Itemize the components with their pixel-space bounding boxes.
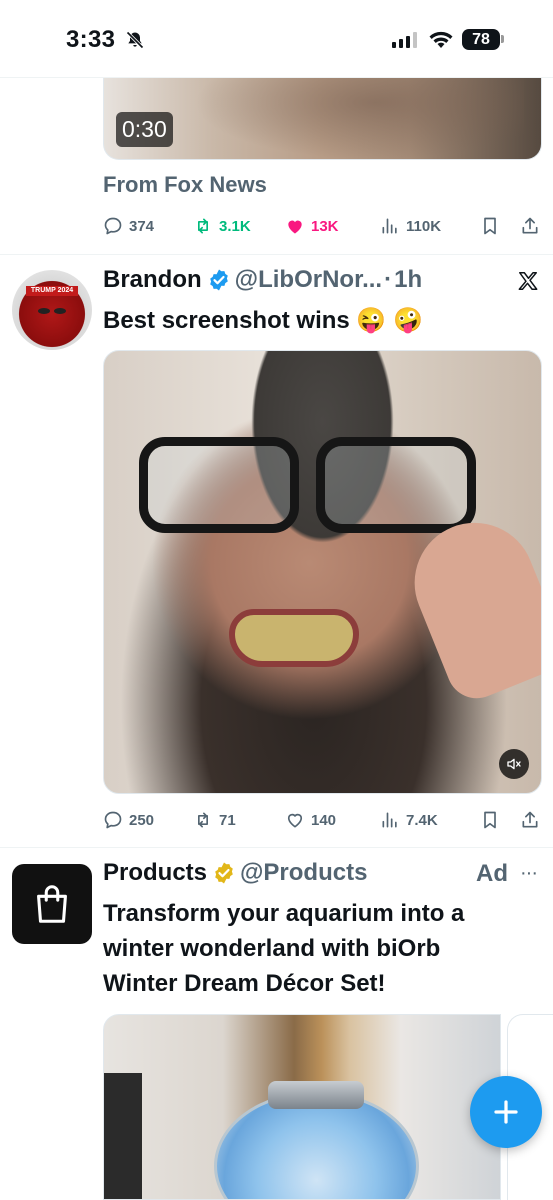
views-button[interactable]: 7.4K [380, 810, 480, 830]
avatar[interactable]: TRUMP 2024 [12, 270, 92, 350]
share-icon [522, 217, 538, 234]
video-frame [396, 504, 541, 708]
views-count: 110K [406, 217, 442, 235]
avatar-eye [54, 308, 66, 314]
ad-text-line: Winter Dream Décor Set! [103, 970, 386, 997]
tweet-divider [0, 847, 553, 848]
reply-icon [104, 217, 122, 235]
tweet2-time-separator: · [384, 266, 393, 293]
reply-icon [104, 811, 122, 829]
avatar-eye [38, 308, 50, 314]
video-frame [139, 437, 299, 533]
battery-level: 78 [472, 30, 490, 48]
ad-carousel-image[interactable] [103, 1014, 501, 1200]
tweet2-author-name[interactable]: Brandon [103, 266, 202, 294]
ad-author-name[interactable]: Products [103, 859, 207, 887]
speaker-muted-icon [507, 758, 521, 770]
avatar-banner-text: TRUMP 2024 [26, 286, 78, 296]
like-count: 140 [311, 811, 337, 829]
image-object [268, 1081, 364, 1109]
bookmark-button[interactable] [480, 216, 520, 236]
retweet-count: 3.1K [219, 217, 251, 235]
tweet2-text: Best screenshot wins 😜 🤪 [103, 307, 423, 334]
like-button[interactable]: 13K [285, 216, 380, 236]
share-button[interactable] [520, 810, 543, 830]
status-bar: 3:33 78 [0, 0, 553, 78]
ad-tweet-header: Products @Products [103, 859, 367, 887]
battery-cap [501, 35, 504, 43]
ad-text-line: winter wonderland with biOrb [103, 935, 441, 962]
bookmark-icon [484, 811, 496, 829]
tweet2-video[interactable] [103, 350, 542, 794]
views-chart-icon [382, 218, 397, 234]
share-icon [522, 811, 538, 828]
tweet-divider [0, 254, 553, 255]
views-button[interactable]: 110K [380, 216, 480, 236]
shopping-bag-icon [37, 885, 67, 923]
video-frame [194, 78, 524, 159]
reply-count: 374 [129, 217, 155, 235]
verified-gold-badge-icon [215, 862, 233, 884]
retweet-button[interactable]: 3.1K [193, 216, 285, 236]
status-time: 3:33 [66, 26, 116, 53]
battery-icon: 78 [462, 29, 500, 50]
bell-slash-icon [126, 31, 144, 49]
reply-button[interactable]: 250 [103, 810, 193, 830]
heart-filled-icon [288, 220, 302, 234]
video-frame [229, 609, 359, 667]
mute-button[interactable] [499, 749, 529, 779]
retweet-icon [198, 218, 208, 234]
share-button[interactable] [520, 216, 543, 236]
video-duration-badge: 0:30 [116, 112, 173, 147]
views-count: 7.4K [406, 811, 438, 829]
retweet-count: 71 [219, 811, 236, 829]
like-count: 13K [311, 217, 339, 235]
retweet-button[interactable]: 71 [193, 810, 285, 830]
bookmark-button[interactable] [480, 810, 520, 830]
bookmark-icon [484, 217, 496, 235]
x-logo-icon [518, 272, 538, 290]
verified-badge-icon [209, 269, 228, 291]
tweet1-source-label[interactable]: From Fox News [103, 172, 267, 198]
video-frame [316, 437, 476, 533]
tweet2-author-handle[interactable]: @LibOrNor... [235, 266, 382, 294]
like-button[interactable]: 140 [285, 810, 380, 830]
image-object [104, 1073, 142, 1199]
reply-button[interactable]: 374 [103, 216, 193, 236]
views-chart-icon [382, 812, 397, 828]
tweet1-action-bar: 374 3.1K 13K 110K [103, 212, 543, 240]
cellular-signal-icon [392, 32, 417, 48]
ad-text-line: Transform your aquarium into a [103, 900, 465, 927]
reply-count: 250 [129, 811, 155, 829]
tweet2-action-bar: 250 71 140 7.4K [103, 806, 543, 834]
heart-icon [287, 813, 303, 828]
retweet-icon [198, 812, 208, 828]
plus-icon [494, 1100, 518, 1124]
avatar[interactable] [12, 864, 92, 944]
tweet1-video[interactable]: 0:30 [103, 78, 542, 160]
ad-author-handle[interactable]: @Products [240, 859, 367, 887]
compose-tweet-button[interactable] [470, 1076, 542, 1148]
ad-tweet-text: Transform your aquarium into a winter wo… [103, 896, 464, 1001]
tweet2-header: Brandon @LibOrNor... · 1h [103, 266, 422, 294]
ad-label: Ad [476, 860, 508, 887]
more-options-icon[interactable]: ··· [520, 862, 538, 885]
tweet2-timestamp[interactable]: 1h [394, 266, 422, 294]
wifi-icon [429, 31, 453, 48]
